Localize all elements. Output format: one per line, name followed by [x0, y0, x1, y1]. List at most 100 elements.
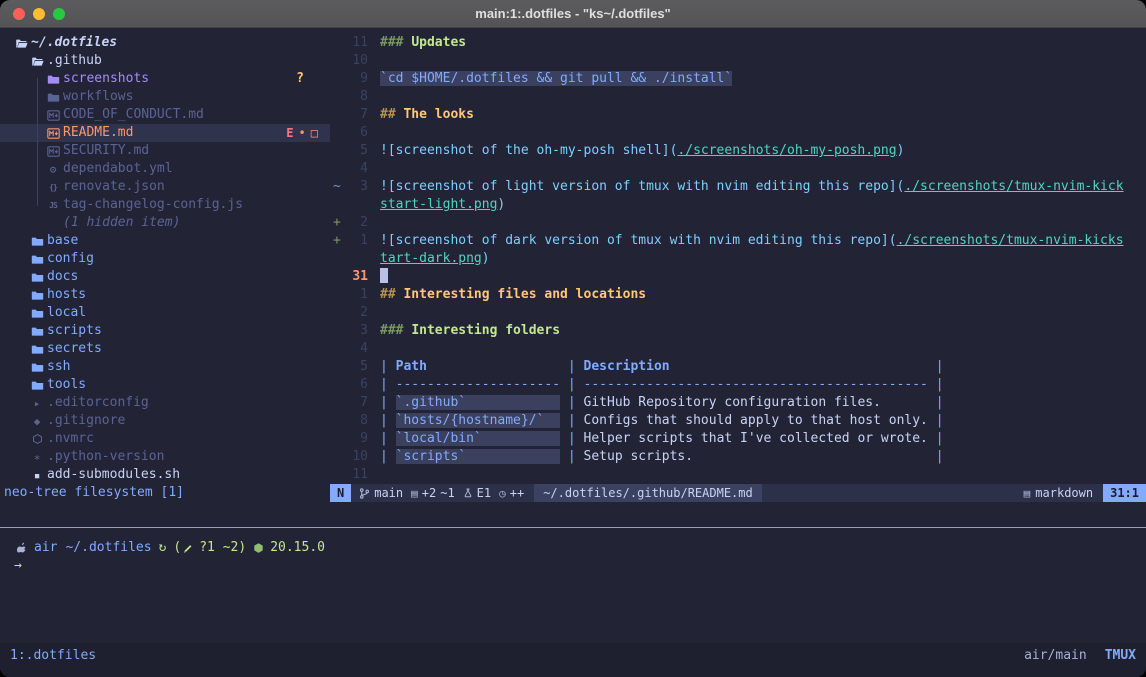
shell-input-line[interactable]: → [0, 557, 1146, 575]
branch-name: main [374, 486, 403, 500]
editor-line[interactable]: +2 [330, 214, 1146, 232]
tree-item-label: (1 hidden item) [63, 214, 180, 232]
text-segment: | [928, 431, 944, 446]
editor-line[interactable]: 5| Path | Description | [330, 358, 1146, 376]
tree-item-label: tools [47, 376, 86, 394]
editor-line[interactable]: 1## Interesting files and locations [330, 286, 1146, 304]
tree-item-gitignore[interactable]: ◆.gitignore [0, 412, 330, 430]
editor-line[interactable]: 10| `scripts` | Setup scripts. | [330, 448, 1146, 466]
text-segment: Path [396, 359, 560, 374]
editor-line[interactable]: 6| --------------------- | -------------… [330, 376, 1146, 394]
editor-line[interactable]: 7## The looks [330, 106, 1146, 124]
markdown-icon [46, 146, 60, 157]
diff-icon: ▤ [411, 488, 418, 499]
editor-line[interactable]: 5![screenshot of the oh-my-posh shell](.… [330, 142, 1146, 160]
tree-item-base[interactable]: base [0, 232, 330, 250]
tree-item-local[interactable]: local [0, 304, 330, 322]
tree-item-label: hosts [47, 286, 86, 304]
tree-item-docs[interactable]: docs [0, 268, 330, 286]
gutter-sign [330, 286, 343, 304]
mode-badge: N [330, 484, 351, 502]
tree-item-ssh[interactable]: ssh [0, 358, 330, 376]
tmux-window-item[interactable]: 1:.dotfiles [10, 647, 96, 677]
line-number: 11 [343, 466, 368, 484]
tree-item-code-of-conduct-md[interactable]: CODE_OF_CONDUCT.md [0, 106, 330, 124]
tree-item-python-version[interactable]: ∗.python-version [0, 448, 330, 466]
editor-line[interactable]: start-light.png) [330, 196, 1146, 214]
editor-line[interactable]: 3### Interesting folders [330, 322, 1146, 340]
markdown-icon [46, 110, 60, 121]
editor-line[interactable]: tart-dark.png) [330, 250, 1146, 268]
tree-item-security-md[interactable]: SECURITY.md [0, 142, 330, 160]
prompt-cwd: ~/.dotfiles [65, 539, 151, 557]
text-segment: | [380, 449, 396, 464]
editor-line[interactable]: 9| `local/bin` | Helper scripts that I'v… [330, 430, 1146, 448]
editor-line[interactable]: 31 [330, 268, 1146, 286]
editor-line[interactable]: 4 [330, 340, 1146, 358]
folder-closed-icon [30, 325, 44, 338]
tree-item-add-submodules-sh[interactable]: ▪add-submodules.sh [0, 466, 330, 484]
js-icon: JS [46, 200, 60, 211]
editor-line[interactable]: 8| `hosts/{hostname}/` | Configs that sh… [330, 412, 1146, 430]
tree-item-nvmrc[interactable]: .nvmrc [0, 430, 330, 448]
text-segment: Interesting folders [411, 323, 560, 338]
text-segment: GitHub Repository configuration files. [584, 395, 928, 410]
text-segment: Configs that should apply to that host o… [584, 413, 928, 428]
line-number: 8 [343, 412, 368, 430]
editor-line[interactable]: 11 [330, 466, 1146, 484]
tmux-badge: TMUX [1105, 647, 1136, 677]
text-segment: | [560, 449, 583, 464]
line-text: ![screenshot of dark version of tmux wit… [380, 232, 1146, 250]
editor-buffer[interactable]: 11### Updates109`cd $HOME/.dotfiles && g… [330, 28, 1146, 484]
folder-open-icon [14, 37, 28, 50]
tmux-status-bar: 1:.dotfiles air/main TMUX [0, 643, 1146, 677]
terminal-content: ~/.dotfiles.githubscreenshots?workflowsC… [0, 28, 1146, 677]
tree-item-1-hidden-item[interactable]: (1 hidden item) [0, 214, 330, 232]
tree-item-dotfiles[interactable]: ~/.dotfiles [0, 34, 330, 52]
gutter-sign [330, 304, 343, 322]
tree-item-github[interactable]: .github [0, 52, 330, 70]
editor-line[interactable]: 6 [330, 124, 1146, 142]
neo-tree-panel[interactable]: ~/.dotfiles.githubscreenshots?workflowsC… [0, 28, 330, 484]
tree-item-readme-md[interactable]: README.mdE•□ [0, 124, 330, 142]
prompt-arrow: → [14, 557, 22, 575]
editor-line[interactable]: 9`cd $HOME/.dotfiles && git pull && ./in… [330, 70, 1146, 88]
tree-item-screenshots[interactable]: screenshots? [0, 70, 330, 88]
editor-line[interactable]: 2 [330, 304, 1146, 322]
gutter-sign: ~ [330, 178, 343, 196]
tree-item-editorconfig[interactable]: ▸.editorconfig [0, 394, 330, 412]
editor-line[interactable]: 7| `.github` | GitHub Repository configu… [330, 394, 1146, 412]
text-segment: | [380, 359, 396, 374]
tree-item-label: dependabot.yml [63, 160, 173, 178]
editor-line[interactable]: 10 [330, 52, 1146, 70]
line-number [343, 250, 368, 268]
tree-item-scripts[interactable]: scripts [0, 322, 330, 340]
indent-guide [37, 78, 38, 206]
gutter-sign [330, 106, 343, 124]
text-segment: `local/bin` [396, 431, 560, 446]
statusline: N main ▤ +2 ~1 E1 ◷ ++ ~/.do [330, 484, 1146, 502]
text-segment: | [928, 359, 944, 374]
tree-item-secrets[interactable]: secrets [0, 340, 330, 358]
tree-item-tag-changelog-config-js[interactable]: JStag-changelog-config.js [0, 196, 330, 214]
line-number: 10 [343, 448, 368, 466]
text-segment: | [560, 377, 583, 392]
line-number: 2 [343, 304, 368, 322]
shell-pane[interactable]: air ~/.dotfiles ↻ ( ?1 ~2 ) 20.15.0 → [0, 528, 1146, 643]
text-segment: ![screenshot of the oh-my-posh shell]( [380, 143, 677, 158]
tree-item-config[interactable]: config [0, 250, 330, 268]
tree-item-workflows[interactable]: workflows [0, 88, 330, 106]
tree-item-dependabot-yml[interactable]: ⚙dependabot.yml [0, 160, 330, 178]
folder-closed-icon [30, 271, 44, 284]
line-text: ### Updates [380, 34, 1146, 52]
editor-line[interactable]: 4 [330, 160, 1146, 178]
gutter-sign [330, 466, 343, 484]
editor-line[interactable]: +1![screenshot of dark version of tmux w… [330, 232, 1146, 250]
tree-item-tools[interactable]: tools [0, 376, 330, 394]
editor-line[interactable]: ~3![screenshot of light version of tmux … [330, 178, 1146, 196]
editor-line[interactable]: 8 [330, 88, 1146, 106]
editor-line[interactable]: 11### Updates [330, 34, 1146, 52]
tree-item-renovate-json[interactable]: {}renovate.json [0, 178, 330, 196]
gutter-sign [330, 160, 343, 178]
tree-item-hosts[interactable]: hosts [0, 286, 330, 304]
